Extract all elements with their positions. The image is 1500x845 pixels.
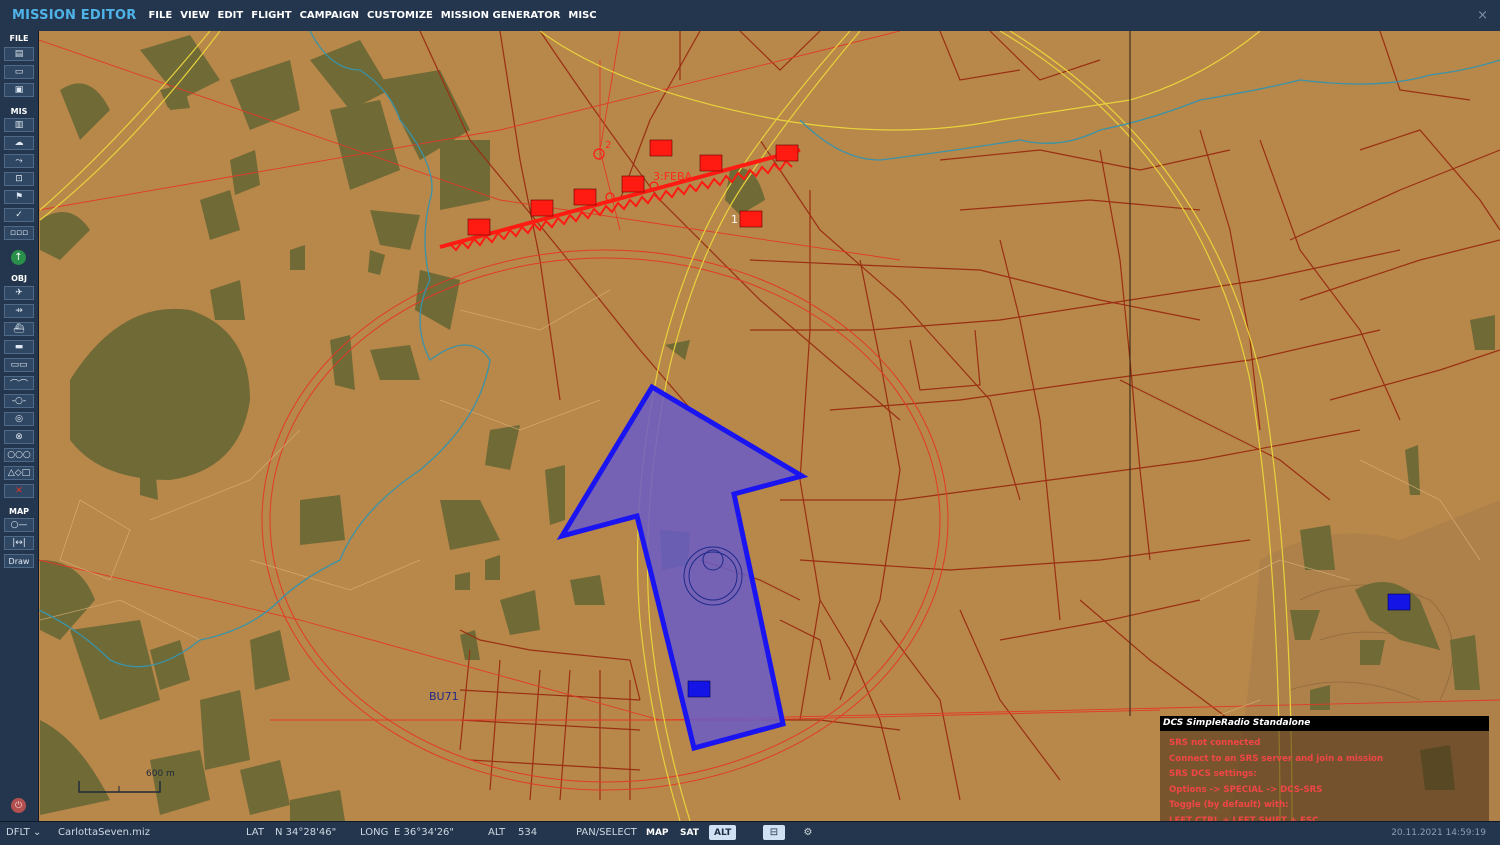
shapes-icon[interactable]: △◇□ [4,466,34,480]
lat-label: LAT [246,827,264,838]
red-unit[interactable] [621,175,645,193]
section-mis-label: MIS [10,107,28,116]
mode-select[interactable]: DFLT ⌄ [6,827,41,838]
top-menu-bar: MISSION EDITOR FILE VIEW EDIT FLIGHT CAM… [0,0,1500,32]
srs-info-line: SRS DCS settings: [1169,769,1257,780]
long-value: E 36°34'26" [394,827,455,838]
map-canvas[interactable]: 3:FEBA 2 1 BU71 600 m [39,31,1500,821]
draw-button[interactable]: Draw [4,554,34,568]
alt-label: ALT [488,827,506,838]
menu-view[interactable]: VIEW [180,10,209,21]
target-icon[interactable]: ◎ [4,412,34,426]
menu-edit[interactable]: EDIT [218,10,244,21]
delete-icon[interactable]: ✕ [4,484,34,498]
ship-icon[interactable]: ⛴ [4,322,34,336]
menu-mission-generator[interactable]: MISSION GENERATOR [441,10,561,21]
measure-icon[interactable]: ○— [4,518,34,532]
blue-unit[interactable] [1387,593,1411,611]
srs-info-line: Toggle (by default) with: [1169,800,1289,811]
long-label: LONG [360,827,389,838]
new-file-icon[interactable]: ▤ [4,47,34,61]
srs-title: DCS SimpleRadio Standalone [1160,716,1489,731]
sat-view-button[interactable]: SAT [675,825,704,840]
bridge-icon[interactable]: ⌒⌒ [4,376,34,390]
pan-select-mode[interactable]: PAN/SELECT [576,827,637,838]
red-unit[interactable] [649,139,673,157]
mode-value: DFLT [6,827,30,838]
red-unit[interactable] [699,154,723,172]
feba-label: 3:FEBA [653,170,693,183]
srs-info-line: Connect to an SRS server and join a miss… [1169,753,1384,764]
briefing-icon[interactable]: ▥ [4,118,34,132]
mission-filename: CarlottaSeven.miz [58,827,150,838]
vehicle-icon[interactable]: ▬ [4,340,34,354]
red-unit[interactable] [573,188,597,206]
status-bar: DFLT ⌄ CarlottaSeven.miz LAT N 34°28'46"… [0,821,1500,845]
menu-file[interactable]: FILE [148,10,172,21]
alt-view-button[interactable]: ALT [709,825,737,840]
up-arrow-icon[interactable]: ↑ [11,250,26,265]
chevron-down-icon: ⌄ [32,827,42,838]
srs-status-line: SRS not connected [1169,738,1261,748]
waypoint-label-2: 2 [605,140,611,151]
waypoints-icon[interactable]: ▫▫▫ [4,226,34,240]
zone-icon[interactable]: ⊗ [4,430,34,444]
triggers-icon[interactable]: ⤳ [4,154,34,168]
grid-square-label: BU71 [429,690,459,703]
alt-value: 534 [518,827,538,838]
red-unit[interactable] [530,199,554,217]
tool-sidebar: FILE ▤ ▭ ▣ MIS ▥ ☁ ⤳ ⊡ ⚑ ✓ ▫▫▫ ↑ OBJ ✈ ⇸… [0,31,39,821]
lat-value: N 34°28'46" [275,827,337,838]
goals-icon[interactable]: ⊡ [4,172,34,186]
menu-campaign[interactable]: CAMPAIGN [300,10,359,21]
map-view-button[interactable]: MAP [641,825,674,840]
plane-icon[interactable]: ✈ [4,286,34,300]
section-obj-label: OBJ [11,274,27,283]
waypoint-icon[interactable]: -○- [4,394,34,408]
weather-icon[interactable]: ☁ [4,136,34,150]
exit-icon[interactable]: ⏻ [11,798,26,813]
templates-icon[interactable]: ○○○ [4,448,34,462]
menu-misc[interactable]: MISC [568,10,596,21]
blue-unit[interactable] [687,680,711,698]
save-icon[interactable]: ▣ [4,83,34,97]
datetime: 20.11.2021 14:59:19 [1391,828,1486,838]
open-folder-icon[interactable]: ▭ [4,65,34,79]
flag-icon[interactable]: ⚑ [4,190,34,204]
srs-info-line: Options -> SPECIAL -> DCS-SRS [1169,784,1323,795]
menu-customize[interactable]: CUSTOMIZE [367,10,433,21]
settings-icon[interactable]: ⚙ [797,825,819,840]
close-icon[interactable]: × [1477,8,1488,23]
unit-label-1: 1 [731,213,738,226]
red-unit[interactable] [467,218,491,236]
static-object-icon[interactable]: ▭▭ [4,358,34,372]
menu-flight[interactable]: FLIGHT [251,10,291,21]
check-icon[interactable]: ✓ [4,208,34,222]
helicopter-icon[interactable]: ⇸ [4,304,34,318]
ruler-icon[interactable]: |↔| [4,536,34,550]
section-file-label: FILE [9,34,29,43]
red-unit[interactable] [775,144,799,162]
red-unit[interactable] [739,210,763,228]
layers-icon[interactable]: ⊟ [763,825,785,840]
app-title: MISSION EDITOR [12,8,137,23]
scale-label: 600 m [146,769,175,779]
section-map-label: MAP [8,507,29,516]
